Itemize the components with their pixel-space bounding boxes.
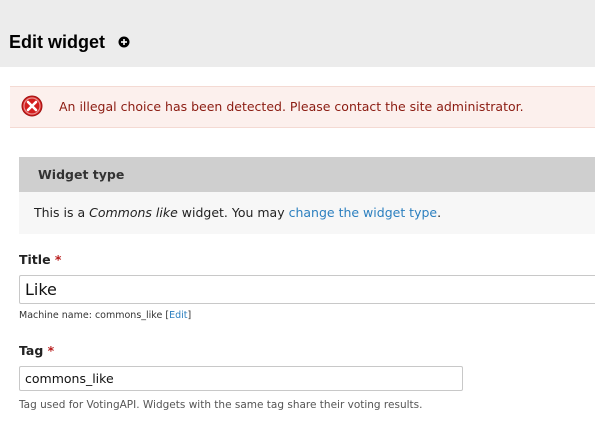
tag-input[interactable] (19, 366, 463, 391)
title-label-text: Title (19, 252, 51, 267)
widget-type-text-middle: widget. You may (177, 205, 289, 220)
tag-label: Tag * (19, 343, 54, 359)
change-widget-type-link[interactable]: change the widget type (289, 205, 438, 220)
widget-type-fieldset-body: This is a Commons like widget. You may c… (19, 192, 595, 234)
page-header: Edit widget (0, 0, 595, 67)
widget-type-text-after: . (437, 205, 442, 220)
error-x-icon (21, 95, 43, 117)
widget-type-name: Commons like (89, 205, 178, 220)
machine-name-text: Machine name: commons_like (19, 310, 166, 321)
title-required-marker: * (54, 252, 62, 267)
machine-name-edit-link[interactable]: Edit (169, 310, 187, 321)
widget-type-legend: Widget type (38, 167, 125, 182)
error-message: An illegal choice has been detected. Ple… (10, 86, 595, 128)
widget-type-description: This is a Commons like widget. You may c… (34, 205, 441, 221)
tag-description: Tag used for VotingAPI. Widgets with the… (19, 399, 423, 411)
page-title: Edit widget (9, 32, 105, 52)
widget-type-text-before: This is a (34, 205, 90, 220)
title-label: Title * (19, 252, 61, 268)
widget-type-fieldset-header: Widget type (19, 157, 595, 192)
plus-circle-icon[interactable] (118, 36, 130, 48)
tag-label-text: Tag (19, 343, 44, 358)
tag-required-marker: * (47, 343, 55, 358)
machine-name: Machine name: commons_like [Edit] (19, 310, 191, 322)
title-input[interactable] (19, 275, 595, 304)
error-text: An illegal choice has been detected. Ple… (59, 99, 524, 114)
machine-name-bracket-close: ] (187, 310, 192, 321)
